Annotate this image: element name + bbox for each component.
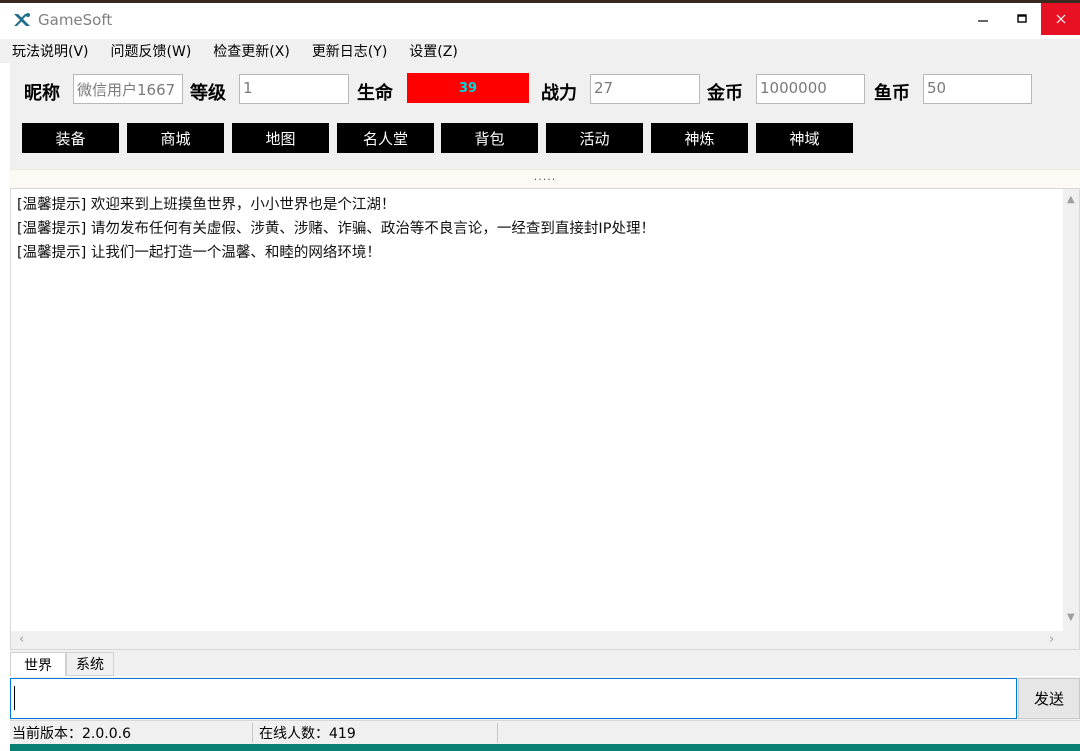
chat-log[interactable]: [温馨提示] 欢迎来到上班摸鱼世界，小小世界也是个江湖！ [温馨提示] 请勿发布…	[10, 188, 1080, 650]
chat-message: [温馨提示] 让我们一起打造一个温馨、和睦的网络环境！	[17, 245, 381, 261]
scroll-down-icon[interactable]: ▼	[1067, 613, 1075, 623]
minimize-button[interactable]	[963, 3, 1003, 35]
version-status: 当前版本：2.0.0.6	[12, 726, 131, 742]
tab-system[interactable]: 系统	[66, 652, 114, 676]
chat-message: [温馨提示] 欢迎来到上班摸鱼世界，小小世界也是个江湖！	[17, 197, 396, 213]
hall-of-fame-button[interactable]: 名人堂	[337, 123, 434, 153]
horizontal-scrollbar[interactable]: ‹ ›	[11, 631, 1079, 649]
status-divider	[252, 723, 253, 743]
gold-label: 金币	[707, 83, 743, 104]
fishcoin-label: 鱼币	[874, 83, 910, 104]
vertical-scrollbar[interactable]: ▲ ▼	[1063, 189, 1079, 631]
equipment-button[interactable]: 装备	[22, 123, 119, 153]
chat-message: [温馨提示] 请勿发布任何有关虚假、涉黄、涉赌、诈骗、政治等不良言论，一经查到直…	[17, 221, 655, 237]
player-stats-panel: 昵称 微信用户1667 等级 1 生命 39 战力 27 金币 1000000 …	[10, 63, 1080, 169]
tab-world[interactable]: 世界	[10, 652, 66, 676]
menu-bar: 玩法说明(V) 问题反馈(W) 检查更新(X) 更新日志(Y) 设置(Z)	[0, 39, 1080, 63]
panel-splitter[interactable]: .....	[10, 169, 1080, 188]
level-field: 1	[239, 74, 349, 104]
gold-field: 1000000	[756, 74, 865, 104]
close-button[interactable]	[1041, 3, 1080, 35]
send-button[interactable]: 发送	[1018, 678, 1080, 719]
level-label: 等级	[190, 83, 226, 104]
bottom-progress-bar	[10, 744, 1080, 751]
shop-button[interactable]: 商城	[127, 123, 224, 153]
divine-realm-button[interactable]: 神域	[756, 123, 853, 153]
map-button[interactable]: 地图	[232, 123, 329, 153]
window-left-margin	[0, 63, 10, 751]
menu-check-update[interactable]: 检查更新(X)	[211, 41, 292, 61]
chat-messages: [温馨提示] 欢迎来到上班摸鱼世界，小小世界也是个江湖！ [温馨提示] 请勿发布…	[17, 193, 1057, 265]
window-title: GameSoft	[38, 11, 113, 29]
scroll-left-icon[interactable]: ‹	[19, 633, 24, 646]
minimize-icon	[978, 20, 988, 22]
menu-gameplay-guide[interactable]: 玩法说明(V)	[10, 41, 91, 61]
online-count-status: 在线人数：419	[259, 726, 356, 742]
close-icon	[1056, 14, 1065, 24]
menu-settings[interactable]: 设置(Z)	[407, 41, 460, 61]
maximize-icon	[1017, 14, 1027, 23]
power-label: 战力	[541, 83, 577, 104]
app-logo-icon	[14, 13, 30, 26]
power-field: 27	[590, 74, 700, 104]
menu-feedback[interactable]: 问题反馈(W)	[109, 41, 194, 61]
maximize-button[interactable]	[1002, 3, 1042, 35]
hp-label: 生命	[357, 83, 393, 104]
divine-refine-button[interactable]: 神炼	[651, 123, 748, 153]
scroll-up-icon[interactable]: ▲	[1067, 195, 1075, 205]
status-bar: 当前版本：2.0.0.6 在线人数：419	[10, 720, 1080, 744]
nickname-label: 昵称	[24, 83, 60, 104]
menu-changelog[interactable]: 更新日志(Y)	[310, 41, 389, 61]
message-input[interactable]	[10, 678, 1017, 719]
text-caret	[14, 686, 15, 710]
events-button[interactable]: 活动	[546, 123, 643, 153]
title-bar: GameSoft	[0, 3, 1080, 39]
status-divider	[497, 723, 498, 743]
nickname-field: 微信用户1667	[73, 74, 183, 104]
chat-channel-tabs: 世界 系统	[10, 650, 1080, 676]
message-compose-row: 发送	[10, 677, 1080, 720]
hp-value: 39	[407, 73, 529, 103]
backpack-button[interactable]: 背包	[441, 123, 538, 153]
fishcoin-field: 50	[923, 74, 1032, 104]
scroll-right-icon[interactable]: ›	[1049, 633, 1054, 646]
